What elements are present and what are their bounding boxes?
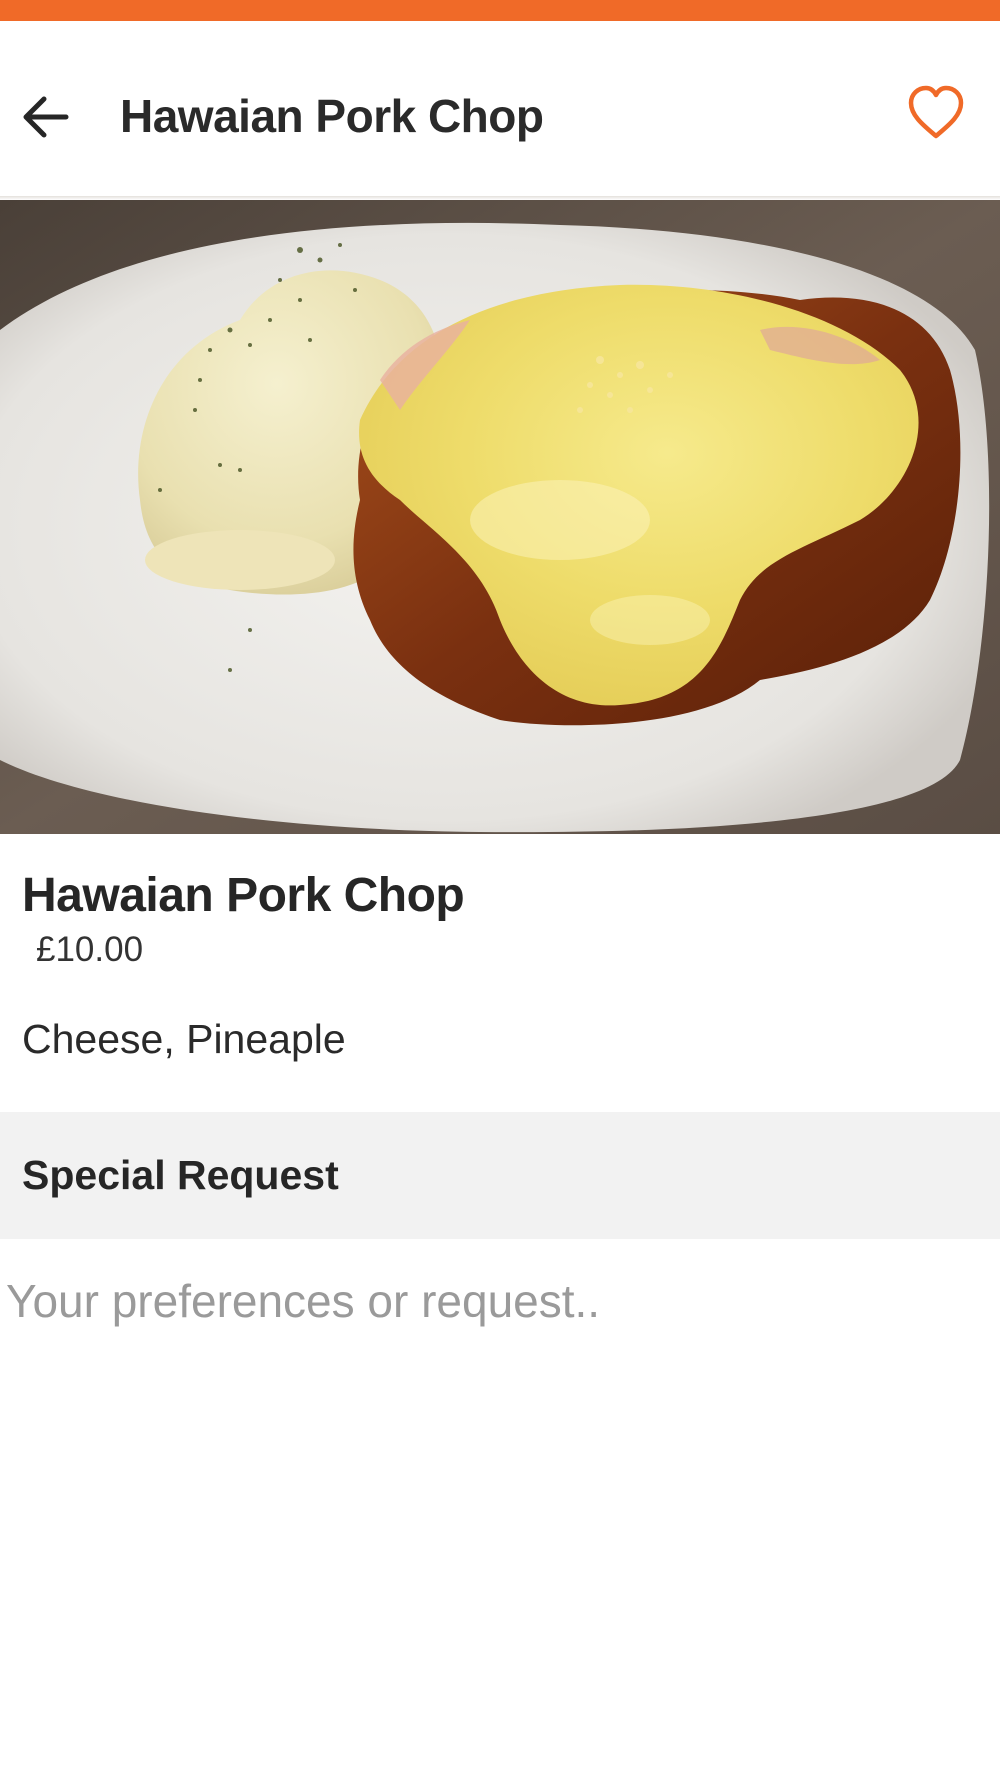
- item-name: Hawaian Pork Chop: [22, 869, 465, 922]
- favorite-button[interactable]: [900, 77, 972, 149]
- item-description: Cheese, Pineaple: [22, 1016, 346, 1062]
- special-request-input[interactable]: [0, 1250, 1000, 1410]
- item-price: £10.00: [36, 930, 144, 969]
- back-button[interactable]: [14, 85, 78, 149]
- item-detail-screen: Hawaian Pork Chop Hawaian Pork Chop £10.…: [0, 0, 1000, 1778]
- heart-outline-icon: [908, 85, 964, 139]
- app-bar: Hawaian Pork Chop: [0, 21, 1000, 199]
- special-request-header: Special Request: [0, 1112, 1000, 1239]
- arrow-left-icon: [23, 96, 69, 138]
- status-bar: [0, 0, 1000, 21]
- page-title: Hawaian Pork Chop: [120, 90, 544, 142]
- food-photo: [0, 200, 1000, 834]
- special-request-title: Special Request: [22, 1152, 339, 1198]
